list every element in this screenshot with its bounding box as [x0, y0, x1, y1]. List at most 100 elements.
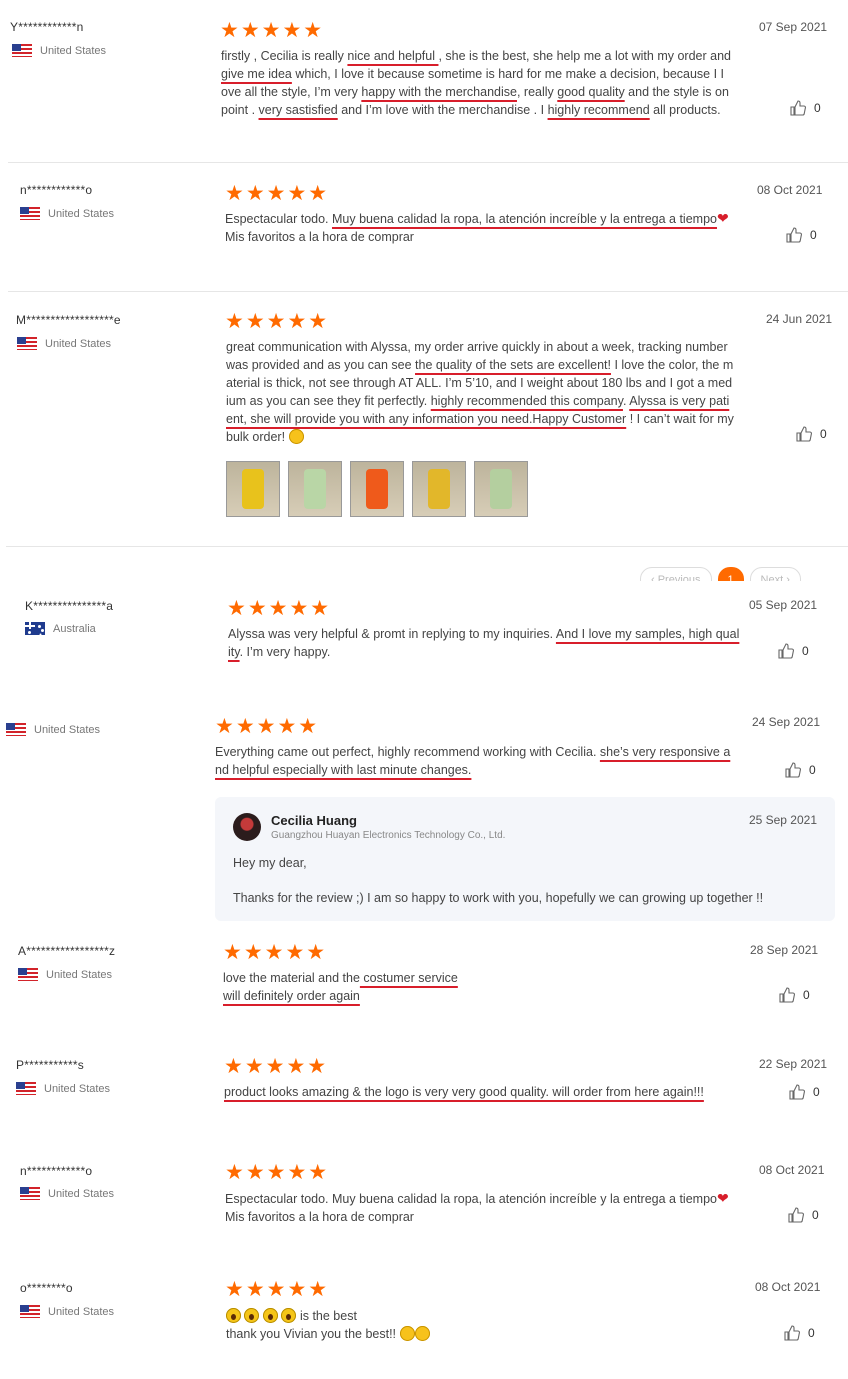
- previous-page-button[interactable]: ‹ Previous: [640, 567, 712, 581]
- review-photo-thumbnail[interactable]: [288, 461, 342, 517]
- reply-author-name: Cecilia Huang: [271, 813, 357, 828]
- heart-emoji-icon: ❤: [716, 1190, 729, 1206]
- us-flag-icon: [20, 1305, 40, 1318]
- like-button[interactable]: 0: [778, 643, 809, 659]
- us-flag-icon: [20, 1187, 40, 1200]
- divider: [8, 162, 848, 163]
- like-button[interactable]: 0: [789, 1084, 820, 1100]
- us-flag-icon: [6, 723, 26, 736]
- divider: [8, 291, 848, 292]
- reviewer-country: United States: [20, 1305, 114, 1318]
- review-date: 07 Sep 2021: [759, 20, 828, 34]
- review-date: 05 Sep 2021: [749, 598, 818, 612]
- reviewer-name: M******************e: [16, 313, 121, 327]
- reviewer-country: United States: [16, 1082, 110, 1095]
- thumbs-up-icon: [789, 1084, 805, 1100]
- reviewer-name: o********o: [20, 1281, 73, 1295]
- review-date: 24 Jun 2021: [766, 312, 833, 326]
- reviewer-country: United States: [20, 1187, 114, 1200]
- smiley-emoji-icon: [288, 429, 304, 444]
- reviewer-name: n************o: [20, 183, 93, 197]
- next-page-button[interactable]: Next ›: [749, 567, 801, 581]
- screaming-face-emoji-icon: [281, 1308, 297, 1323]
- rating-stars: ★★★★★: [220, 19, 325, 42]
- screaming-face-emoji-icon: [226, 1308, 241, 1323]
- like-count: 0: [802, 644, 809, 658]
- rating-stars: ★★★★★: [225, 310, 330, 333]
- rating-stars: ★★★★★: [215, 715, 320, 738]
- review-text: Everything came out perfect, highly reco…: [215, 745, 731, 777]
- reviewer-country: United States: [12, 44, 106, 57]
- us-flag-icon: [17, 337, 37, 350]
- review-photo-thumbnail[interactable]: [350, 461, 404, 517]
- review-text: Espectacular todo. Muy buena calidad la …: [225, 210, 729, 244]
- avatar: [233, 813, 261, 841]
- reply-greeting: Hey my dear,: [233, 856, 307, 870]
- reviewer-country: United States: [18, 968, 112, 981]
- us-flag-icon: [16, 1082, 36, 1095]
- like-count: 0: [809, 763, 816, 777]
- thumbs-up-icon: [796, 426, 812, 442]
- like-count: 0: [808, 1326, 815, 1340]
- current-page-button[interactable]: 1: [717, 567, 744, 581]
- like-button[interactable]: 0: [784, 1325, 815, 1341]
- review-photo-thumbnail[interactable]: [226, 461, 280, 517]
- review-photo-thumbnail[interactable]: [474, 461, 528, 517]
- reviewer-name: A*****************z: [18, 944, 116, 958]
- us-flag-icon: [18, 968, 38, 981]
- like-button[interactable]: 0: [785, 762, 816, 778]
- like-button[interactable]: 0: [796, 426, 827, 442]
- review-date: 08 Oct 2021: [757, 183, 823, 197]
- rating-stars: ★★★★★: [225, 1161, 330, 1184]
- au-flag-icon: [25, 622, 45, 635]
- like-button[interactable]: 0: [779, 987, 810, 1003]
- rating-stars: ★★★★★: [225, 182, 330, 205]
- reviewer-country: Australia: [25, 622, 96, 635]
- review-date: 28 Sep 2021: [750, 943, 819, 957]
- review-text: is the best thank you Vivian you the bes…: [226, 1307, 430, 1343]
- review-photos: [226, 461, 528, 517]
- heart-emoji-icon: ❤: [716, 210, 729, 226]
- reviewer-name: K***************a: [25, 599, 114, 613]
- screaming-face-emoji-icon: [244, 1308, 260, 1323]
- smiley-emoji-icon: [414, 1326, 430, 1341]
- review-text: product looks amazing & the logo is very…: [224, 1085, 704, 1099]
- thumbs-up-icon: [786, 227, 802, 243]
- reviewer-name: Y************n: [10, 20, 84, 34]
- like-count: 0: [803, 988, 810, 1002]
- reviewer-country: United States: [6, 723, 100, 736]
- divider: [6, 546, 848, 547]
- like-button[interactable]: 0: [790, 100, 821, 116]
- screaming-face-emoji-icon: [262, 1308, 278, 1323]
- review-text: great communication with Alyssa, my orde…: [226, 340, 734, 444]
- thumbs-up-icon: [790, 100, 806, 116]
- review-date: 24 Sep 2021: [752, 715, 821, 729]
- like-count: 0: [812, 1208, 819, 1222]
- like-count: 0: [820, 427, 827, 441]
- thumbs-up-icon: [779, 987, 795, 1003]
- reviewer-country: United States: [17, 337, 111, 350]
- review-text: Espectacular todo. Muy buena calidad la …: [225, 1190, 729, 1224]
- seller-reply: Cecilia Huang Guangzhou Huayan Electroni…: [215, 797, 835, 921]
- review-date: 08 Oct 2021: [755, 1280, 821, 1294]
- reviewer-name: P***********s: [16, 1058, 84, 1072]
- like-button[interactable]: 0: [786, 227, 817, 243]
- review-photo-thumbnail[interactable]: [412, 461, 466, 517]
- pagination: ‹ Previous 1 Next ›: [640, 567, 801, 581]
- thumbs-up-icon: [778, 643, 794, 659]
- rating-stars: ★★★★★: [225, 1278, 330, 1301]
- review-text: Alyssa was very helpful & promt in reply…: [228, 627, 740, 659]
- reviewer-name: n************o: [20, 1164, 93, 1178]
- like-count: 0: [813, 1085, 820, 1099]
- review-text: love the material and the costumer servi…: [223, 971, 458, 1003]
- rating-stars: ★★★★★: [227, 597, 332, 620]
- reply-company: Guangzhou Huayan Electronics Technology …: [271, 830, 506, 841]
- review-date: 22 Sep 2021: [759, 1057, 828, 1071]
- reviewer-country: United States: [20, 207, 114, 220]
- reply-body: Thanks for the review ;) I am so happy t…: [233, 891, 764, 905]
- smiley-emoji-icon: [399, 1326, 415, 1341]
- rating-stars: ★★★★★: [224, 1055, 329, 1078]
- us-flag-icon: [20, 207, 40, 220]
- thumbs-up-icon: [785, 762, 801, 778]
- like-button[interactable]: 0: [788, 1207, 819, 1223]
